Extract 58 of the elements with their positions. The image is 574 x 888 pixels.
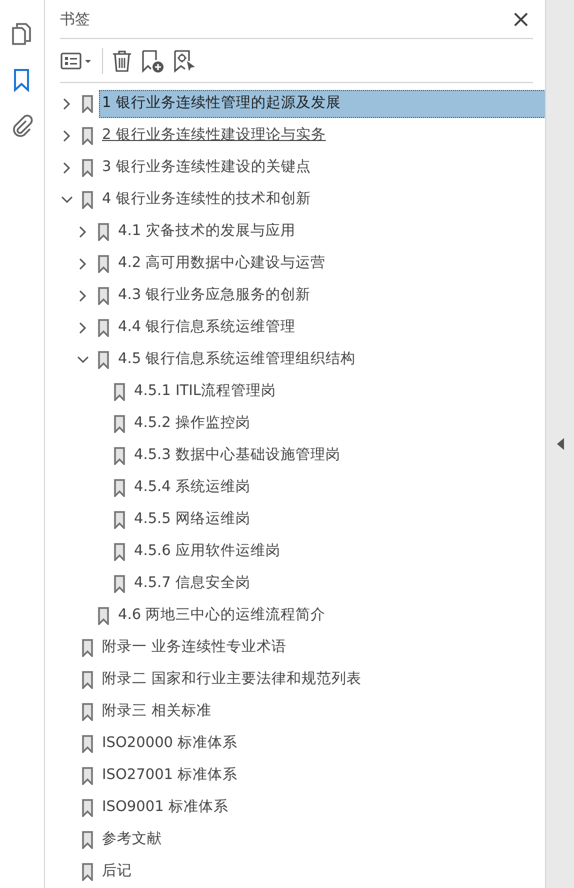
bookmark-icon	[82, 735, 93, 753]
add-bookmark-icon[interactable]	[141, 48, 165, 73]
bookmark-item[interactable]: 4.5 银行信息系统运维管理组织结构	[115, 346, 359, 374]
bookmark-icon	[82, 799, 93, 817]
bookmark-icon	[82, 159, 93, 177]
panel-title: 书签	[60, 8, 90, 30]
bookmark-icon	[114, 575, 125, 593]
bookmark-icon	[82, 831, 93, 849]
bookmark-item[interactable]: 4.4 银行信息系统运维管理	[115, 314, 299, 342]
bookmark-icon	[98, 287, 109, 305]
options-menu-button[interactable]	[60, 50, 94, 71]
bookmark-item[interactable]: 4.5.4 系统运维岗	[131, 474, 254, 502]
bookmark-icon	[114, 543, 125, 561]
bookmark-icon	[82, 671, 93, 689]
bookmark-item[interactable]: 4.1 灾备技术的发展与应用	[115, 218, 299, 246]
bookmark-icon	[82, 703, 93, 721]
bookmark-item[interactable]: 4.5.6 应用软件运维岗	[131, 538, 284, 566]
bookmark-item[interactable]: ISO27001 标准体系	[99, 762, 241, 790]
bookmark-icon	[82, 767, 93, 785]
bookmark-item[interactable]: 附录一 业务连续性专业术语	[99, 634, 290, 662]
bookmark-item[interactable]: 4.5.5 网络运维岗	[131, 506, 254, 534]
bookmark-icon	[82, 95, 93, 113]
bookmark-icon	[114, 479, 125, 497]
pages-icon[interactable]	[10, 22, 34, 46]
bookmark-item[interactable]: 4 银行业务连续性的技术和创新	[99, 186, 314, 214]
bookmark-icon	[82, 639, 93, 657]
bookmark-item[interactable]: 4.2 高可用数据中心建设与运营	[115, 250, 329, 278]
bookmark-icon	[114, 383, 125, 401]
bookmark-item[interactable]: 附录三 相关标准	[99, 698, 215, 726]
bookmark-icon	[114, 415, 125, 433]
bookmark-item[interactable]: ISO9001 标准体系	[99, 794, 232, 822]
bookmark-icon	[98, 255, 109, 273]
bookmark-icon	[98, 351, 109, 369]
bookmark-item[interactable]: 4.6 两地三中心的运维流程简介	[115, 602, 329, 630]
bookmark-icon	[82, 127, 93, 145]
bookmark-item[interactable]: 2 银行业务连续性建设理论与实务	[99, 122, 329, 150]
bookmark-item[interactable]: 1 银行业务连续性管理的起源及发展	[99, 90, 548, 118]
bookmark-icon	[82, 191, 93, 209]
bookmark-item[interactable]: 附录二 国家和行业主要法律和规范列表	[99, 666, 365, 694]
bookmark-item[interactable]: 4.5.7 信息安全岗	[131, 570, 254, 598]
find-bookmark-icon[interactable]	[173, 48, 197, 73]
delete-icon[interactable]	[111, 48, 133, 73]
bookmark-item[interactable]: 4.5.3 数据中心基础设施管理岗	[131, 442, 344, 470]
bookmark-item[interactable]: 4.3 银行业务应急服务的创新	[115, 282, 314, 310]
bookmark-icon	[114, 511, 125, 529]
close-button[interactable]: ×	[508, 7, 533, 32]
bookmark-icon	[82, 863, 93, 881]
bookmark-item[interactable]: 4.5.1 ITIL流程管理岗	[131, 378, 279, 406]
paperclip-icon[interactable]	[10, 114, 34, 138]
bookmark-item[interactable]: 4.5.2 操作监控岗	[131, 410, 254, 438]
bookmark-icon	[98, 319, 109, 337]
bookmark-icon	[98, 607, 109, 625]
bookmark-item[interactable]: 后记	[99, 858, 135, 886]
bookmark-item[interactable]: 参考文献	[99, 826, 165, 854]
bookmark-item[interactable]: ISO20000 标准体系	[99, 730, 241, 758]
bookmark-icon	[114, 447, 125, 465]
bookmark-icon	[98, 223, 109, 241]
bookmark-item[interactable]: 3 银行业务连续性建设的关键点	[99, 154, 314, 182]
